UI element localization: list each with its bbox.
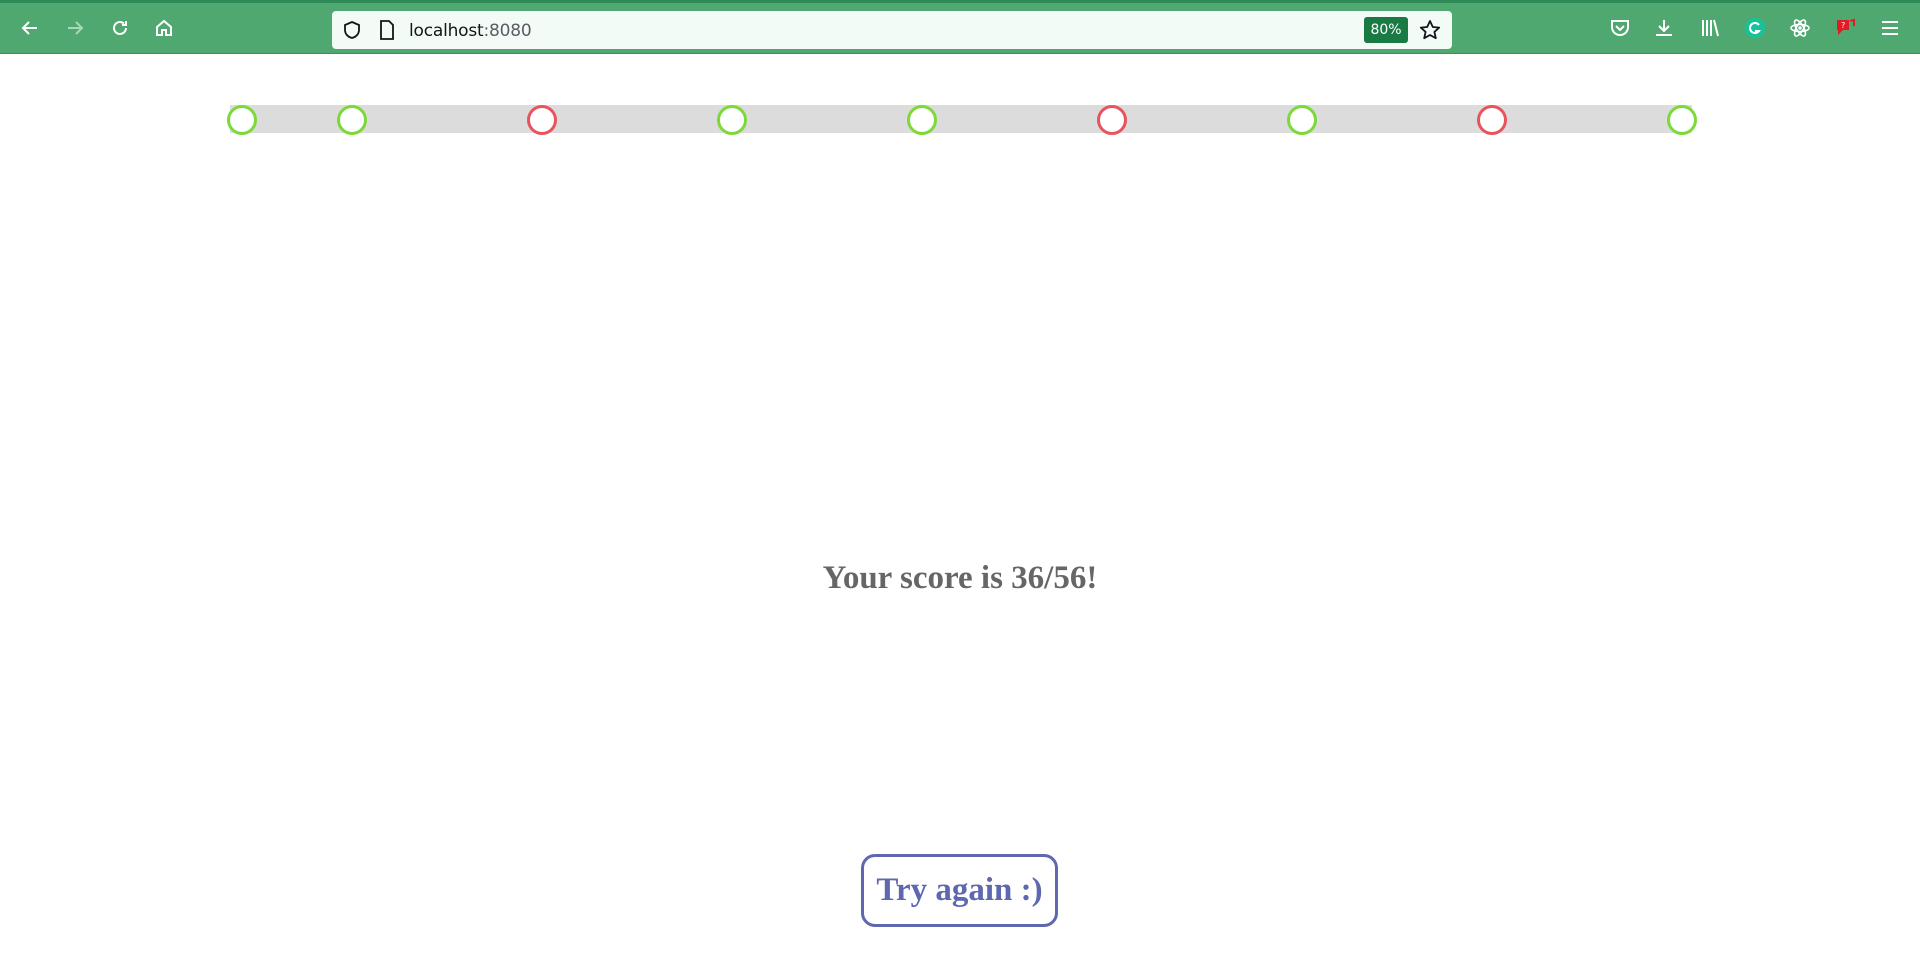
shield-icon[interactable] bbox=[342, 20, 362, 40]
url-bar[interactable]: localhost:8080 80% bbox=[332, 11, 1452, 49]
url-text[interactable]: localhost:8080 bbox=[409, 21, 532, 41]
pocket-icon[interactable] bbox=[1608, 16, 1632, 40]
progress-track bbox=[230, 105, 1692, 133]
page-icon bbox=[380, 20, 394, 40]
back-icon[interactable] bbox=[14, 12, 46, 44]
url-host: localhost bbox=[409, 21, 484, 41]
forward-icon[interactable] bbox=[59, 12, 91, 44]
svg-text:?: ? bbox=[1841, 21, 1845, 30]
progress-dot-wrong bbox=[1097, 105, 1127, 135]
progress-dot-wrong bbox=[527, 105, 557, 135]
progress-dot-correct bbox=[717, 105, 747, 135]
progress-dot-correct bbox=[1667, 105, 1697, 135]
zoom-level-badge[interactable]: 80% bbox=[1364, 17, 1408, 43]
progress-dot-correct bbox=[1287, 105, 1317, 135]
home-icon[interactable] bbox=[148, 12, 180, 44]
browser-toolbar: localhost:8080 80% ? bbox=[0, 0, 1920, 54]
url-port: :8080 bbox=[483, 21, 532, 41]
progress-dot-correct bbox=[337, 105, 367, 135]
react-devtools-icon[interactable] bbox=[1788, 16, 1812, 40]
progress-dot-correct bbox=[227, 105, 257, 135]
star-icon[interactable] bbox=[1419, 19, 1441, 41]
grammarly-icon[interactable] bbox=[1743, 16, 1767, 40]
reload-icon[interactable] bbox=[104, 12, 136, 44]
download-icon[interactable] bbox=[1652, 16, 1676, 40]
menu-icon[interactable] bbox=[1878, 16, 1902, 40]
progress-dot-correct bbox=[907, 105, 937, 135]
library-icon[interactable] bbox=[1698, 16, 1722, 40]
extension-icon[interactable]: ? bbox=[1833, 16, 1857, 40]
score-text: Your score is 36/56! bbox=[822, 560, 1098, 596]
progress-dot-wrong bbox=[1477, 105, 1507, 135]
try-again-button[interactable]: Try again :) bbox=[861, 854, 1058, 927]
